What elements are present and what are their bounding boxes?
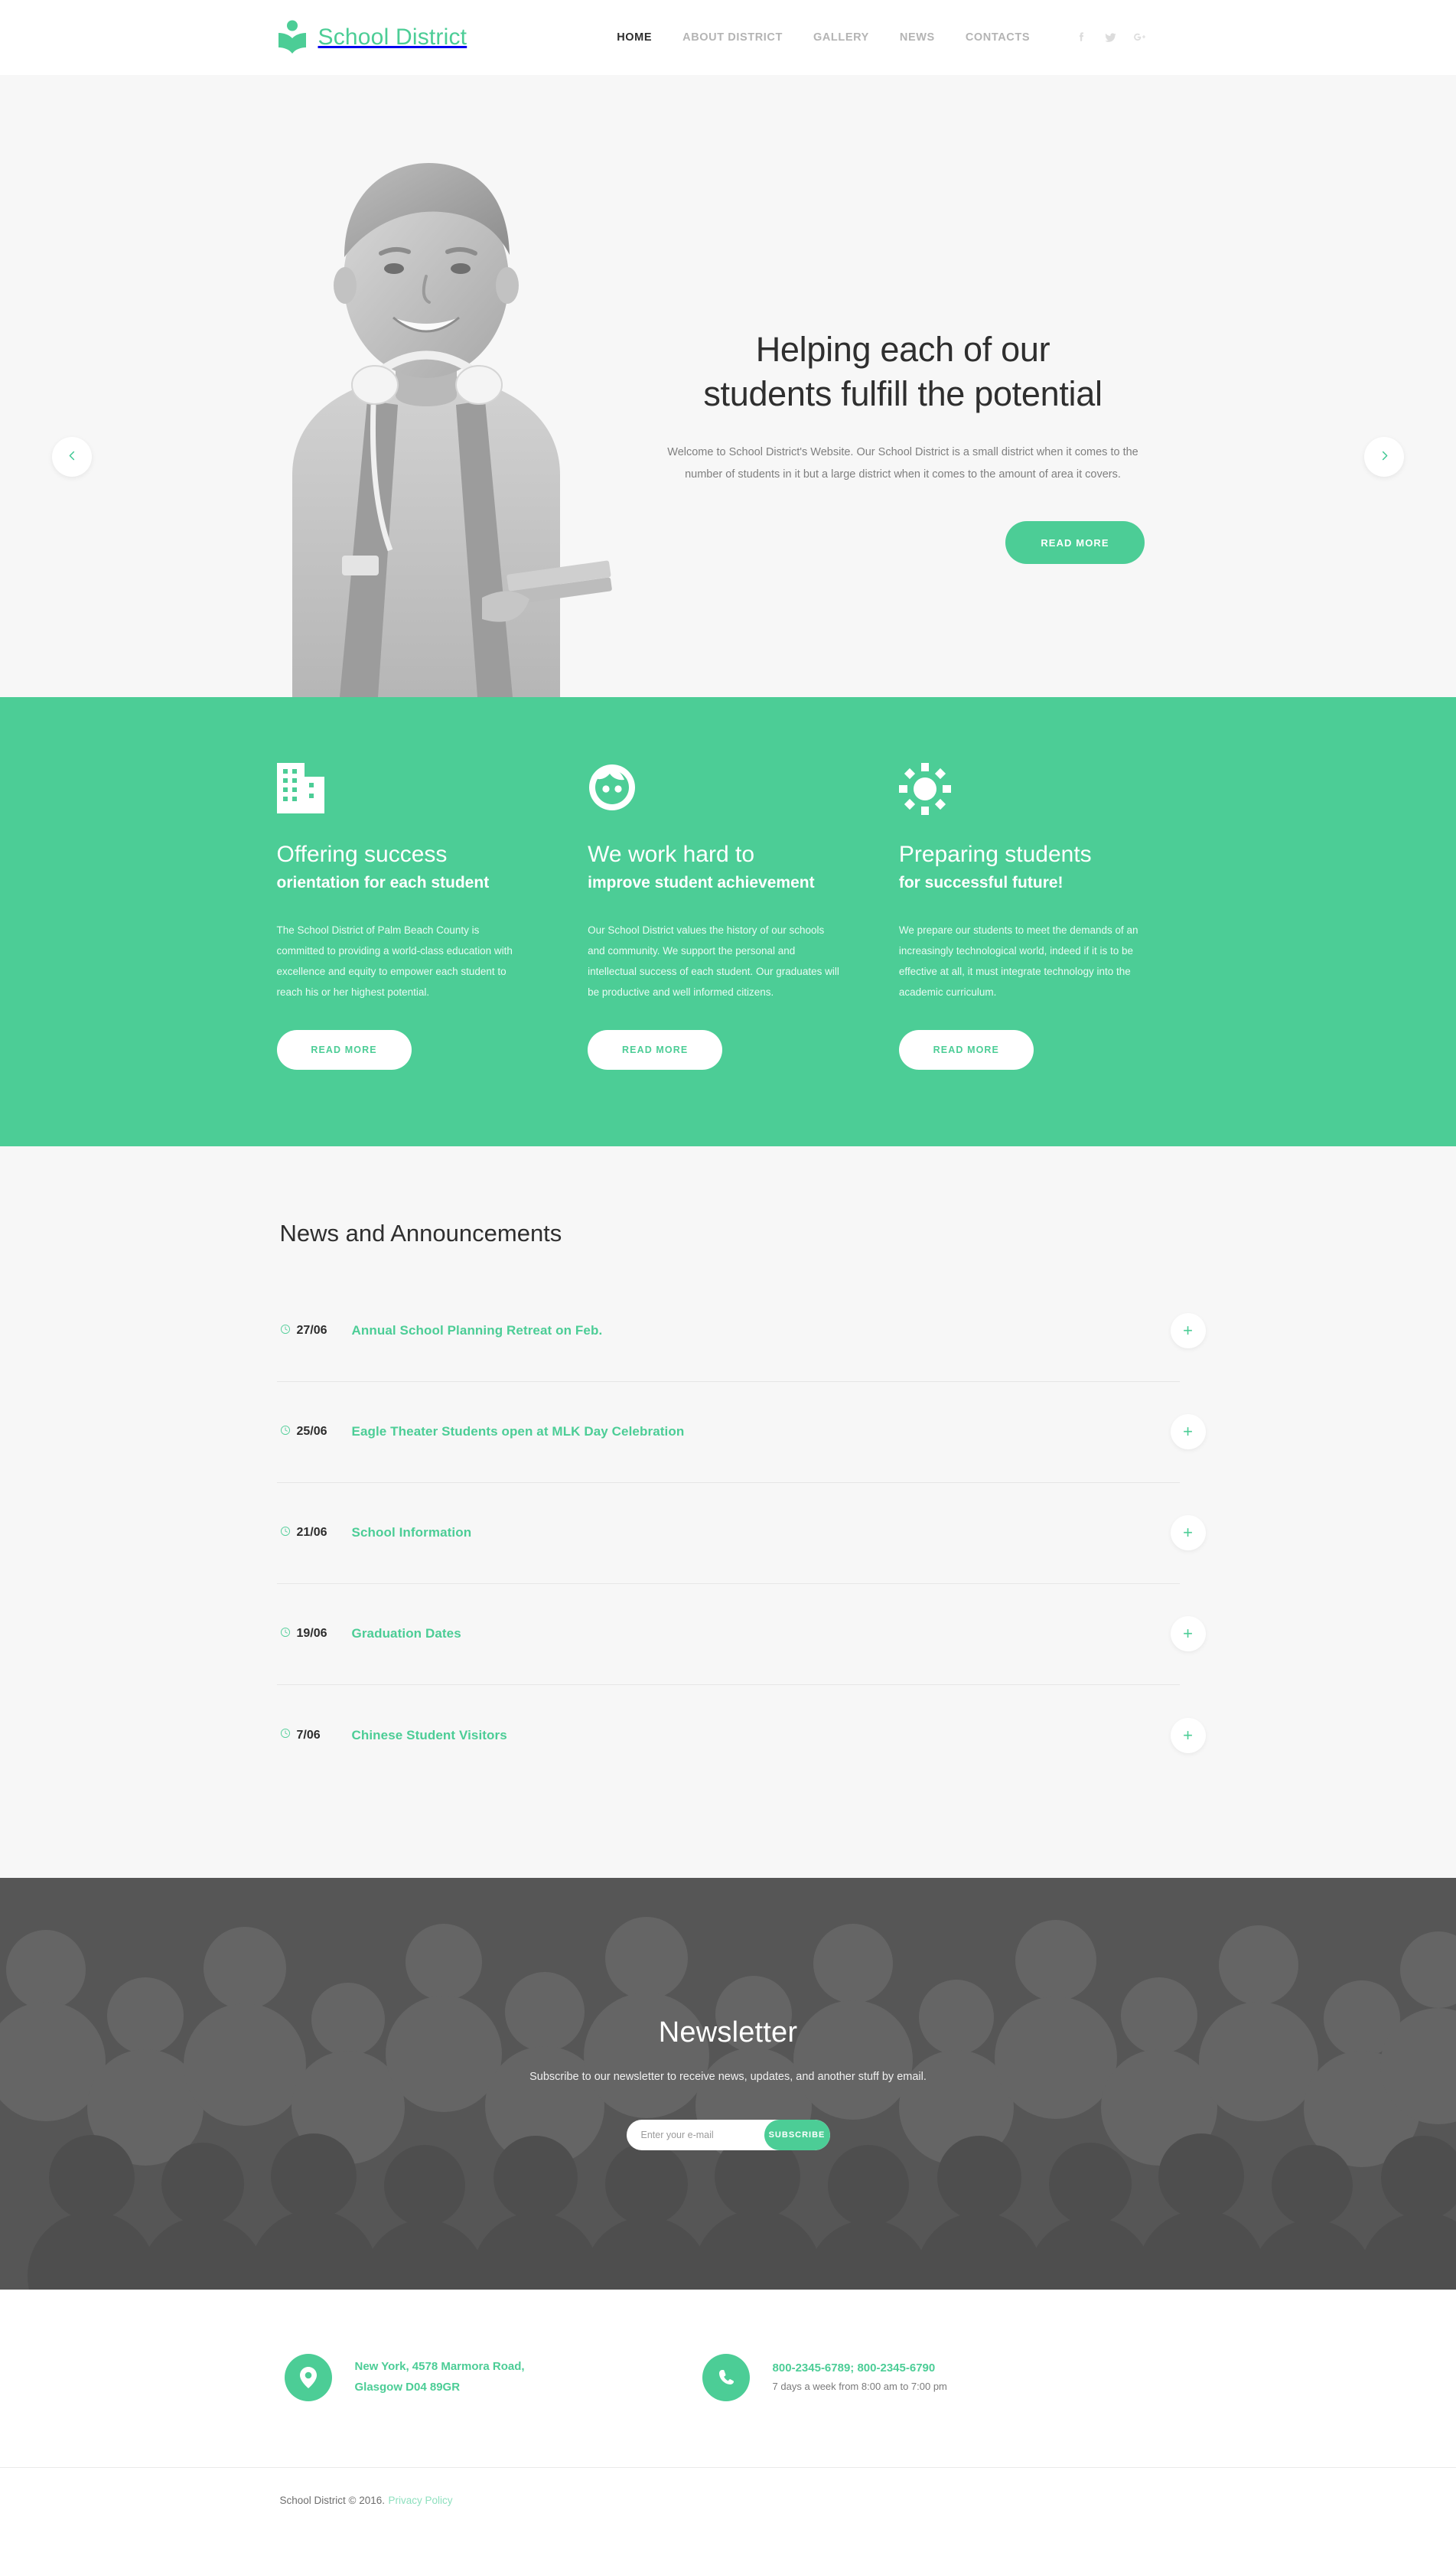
site-header: School District HOME ABOUT DISTRICT GALL…	[0, 0, 1456, 75]
news-section: News and Announcements 27/06 Annual Scho…	[0, 1146, 1456, 1878]
news-date: 27/06	[296, 1324, 327, 1338]
slider-prev-button[interactable]	[52, 437, 92, 477]
sun-icon	[898, 763, 1180, 815]
newsletter-email-input[interactable]	[626, 2120, 764, 2151]
feature-text: We prepare our students to meet the dema…	[898, 924, 1138, 998]
brand-name: School District	[318, 24, 467, 50]
news-list-item[interactable]: 19/06 Graduation Dates +	[276, 1584, 1206, 1685]
feature-subtitle: orientation for each student	[276, 874, 490, 892]
feature-title: Offering success	[276, 842, 448, 867]
building-icon	[276, 763, 558, 815]
phone-icon	[702, 2353, 750, 2401]
google-plus-icon[interactable]	[1132, 29, 1147, 46]
features-section: Offering success orientation for each st…	[0, 697, 1456, 1146]
news-list-item[interactable]: 7/06 Chinese Student Visitors +	[277, 1685, 1206, 1786]
contact-phone-hours: 7 days a week from 8:00 am to 7:00 pm	[772, 2381, 947, 2393]
contact-phone-numbers: 800-2345-6789; 800-2345-6790	[772, 2362, 936, 2375]
clock-icon	[280, 1425, 291, 1439]
news-expand-button[interactable]: +	[1170, 1414, 1206, 1450]
news-title-link[interactable]: Chinese Student Visitors	[352, 1728, 507, 1743]
feature-card-offering-success: Offering success orientation for each st…	[276, 763, 558, 1070]
main-navigation: HOME ABOUT DISTRICT GALLERY NEWS CONTACT…	[617, 31, 1030, 44]
nav-item-gallery[interactable]: GALLERY	[813, 31, 869, 44]
copyright-text: School District © 2016.	[279, 2495, 386, 2507]
newsletter-form: SUBSCRIBE	[626, 2120, 830, 2151]
contact-address-line-1: New York, 4578 Marmora Road,	[354, 2360, 525, 2374]
twitter-icon[interactable]	[1103, 29, 1118, 46]
news-expand-button[interactable]: +	[1170, 1717, 1206, 1753]
nav-item-contacts[interactable]: CONTACTS	[966, 31, 1030, 44]
slider-next-button[interactable]	[1364, 437, 1404, 477]
news-title-link[interactable]: Annual School Planning Retreat on Feb.	[352, 1323, 603, 1338]
feature-read-more-button-1[interactable]: READ MORE	[276, 1029, 412, 1070]
clock-icon	[280, 1324, 291, 1338]
hero-title: Helping each of our students fulfill the…	[635, 328, 1171, 416]
book-reader-icon	[277, 20, 308, 55]
nav-item-home[interactable]: HOME	[617, 31, 652, 44]
footer-copyright-bar: School District © 2016. Privacy Policy	[0, 2466, 1456, 2534]
news-expand-button[interactable]: +	[1170, 1515, 1206, 1551]
newsletter-content: Newsletter Subscribe to our newsletter t…	[277, 2016, 1180, 2151]
nav-item-about-district[interactable]: ABOUT DISTRICT	[682, 31, 783, 44]
feature-text: The School District of Palm Beach County…	[276, 924, 513, 998]
newsletter-subtitle: Subscribe to our newsletter to receive n…	[529, 2071, 927, 2084]
map-pin-icon	[284, 2353, 332, 2401]
clock-icon	[280, 1526, 291, 1540]
news-title-link[interactable]: Graduation Dates	[352, 1626, 461, 1641]
news-date: 21/06	[296, 1526, 327, 1540]
news-list-item[interactable]: 25/06 Eagle Theater Students open at MLK…	[276, 1382, 1206, 1483]
hero-slider: Helping each of our students fulfill the…	[0, 75, 1456, 697]
clock-icon	[280, 1627, 291, 1641]
social-links	[1074, 29, 1147, 46]
hero-title-line-2: students fulfill the potential	[703, 373, 1103, 413]
feature-read-more-button-2[interactable]: READ MORE	[588, 1029, 723, 1070]
news-list: 27/06 Annual School Planning Retreat on …	[276, 1281, 1206, 1786]
feature-subtitle: for successful future!	[898, 874, 1063, 892]
hero-title-line-1: Helping each of our	[755, 330, 1050, 369]
feature-card-preparing-students: Preparing students for successful future…	[898, 763, 1180, 1070]
feature-text: Our School District values the history o…	[588, 924, 839, 998]
brand-logo[interactable]: School District	[277, 20, 467, 55]
hero-student-photo	[178, 116, 656, 697]
news-title-link[interactable]: Eagle Theater Students open at MLK Day C…	[352, 1424, 685, 1439]
chevron-left-icon	[67, 450, 78, 464]
news-heading: News and Announcements	[279, 1219, 562, 1247]
newsletter-subscribe-button[interactable]: SUBSCRIBE	[764, 2120, 830, 2151]
news-date: 7/06	[296, 1728, 321, 1742]
hero-paragraph: Welcome to School District's Website. Ou…	[667, 446, 1138, 481]
contacts-section: New York, 4578 Marmora Road, Glasgow D04…	[0, 2289, 1456, 2467]
feature-title: We work hard to	[588, 842, 755, 867]
news-list-item[interactable]: 27/06 Annual School Planning Retreat on …	[276, 1281, 1206, 1382]
feature-card-work-hard: We work hard to improve student achievem…	[588, 763, 868, 1070]
hero-copy: Helping each of our students fulfill the…	[635, 328, 1171, 565]
chevron-right-icon	[1379, 450, 1390, 464]
contact-address-line-2: Glasgow D04 89GR	[354, 2380, 461, 2394]
contact-address-block: New York, 4578 Marmora Road, Glasgow D04…	[284, 2353, 525, 2401]
child-face-icon	[588, 763, 868, 815]
feature-title: Preparing students	[898, 842, 1092, 867]
news-title-link[interactable]: School Information	[352, 1525, 472, 1540]
hero-read-more-button[interactable]: READ MORE	[1005, 521, 1145, 565]
newsletter-section: Newsletter Subscribe to our newsletter t…	[0, 1877, 1456, 2290]
news-date: 25/06	[296, 1425, 327, 1439]
newsletter-title: Newsletter	[658, 2016, 798, 2049]
nav-item-news[interactable]: NEWS	[900, 31, 935, 44]
clock-icon	[280, 1728, 291, 1742]
facebook-icon[interactable]	[1074, 29, 1089, 46]
privacy-policy-link[interactable]: Privacy Policy	[388, 2495, 452, 2506]
news-expand-button[interactable]: +	[1170, 1313, 1206, 1349]
contact-phone-block: 800-2345-6789; 800-2345-6790 7 days a we…	[702, 2353, 947, 2401]
news-list-item[interactable]: 21/06 School Information +	[276, 1483, 1206, 1584]
news-date: 19/06	[296, 1627, 327, 1641]
news-expand-button[interactable]: +	[1170, 1616, 1206, 1652]
feature-read-more-button-3[interactable]: READ MORE	[898, 1029, 1034, 1070]
page-root: School District HOME ABOUT DISTRICT GALL…	[0, 0, 1456, 2534]
feature-subtitle: improve student achievement	[588, 874, 815, 892]
